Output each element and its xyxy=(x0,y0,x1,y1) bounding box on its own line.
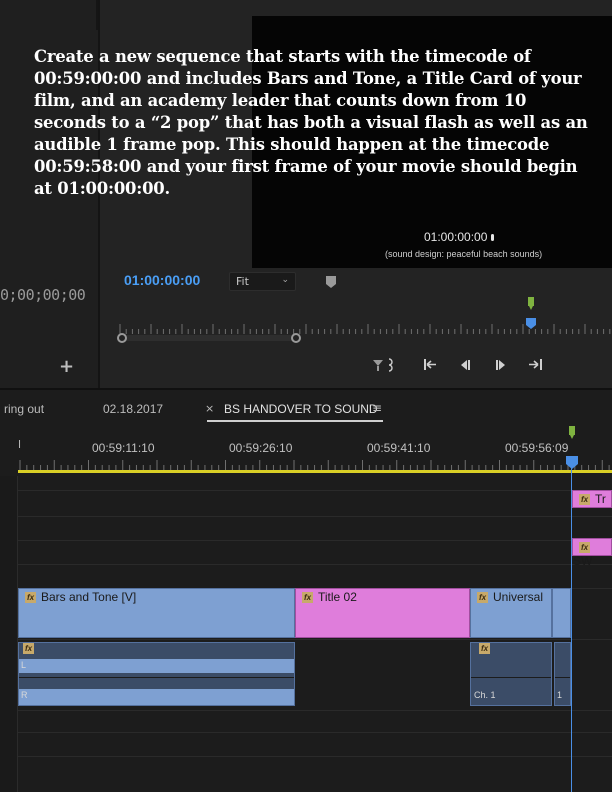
audio-separator xyxy=(471,677,551,678)
clip-label: SW xyxy=(573,554,593,568)
ruler-time-label: 00:59:11:10 xyxy=(92,441,155,455)
video-timecode-text: 01:00:00:00 xyxy=(424,230,488,244)
chevron-down-icon: ⌄ xyxy=(281,275,289,285)
clip-pop-audio[interactable]: 1 xyxy=(554,642,571,706)
cursor-icon xyxy=(491,234,495,242)
track-divider xyxy=(18,490,612,491)
ruler-time-label: 00:59:26:10 xyxy=(229,441,293,455)
track-divider xyxy=(18,564,612,565)
channel-left-label: L xyxy=(21,660,27,670)
source-timecode[interactable]: 0;00;00;00 xyxy=(0,286,86,304)
add-button[interactable]: + xyxy=(59,356,74,377)
track-divider xyxy=(18,516,612,517)
active-tab-indicator xyxy=(207,420,383,422)
add-marker-icon[interactable] xyxy=(325,275,337,289)
work-area-bar[interactable] xyxy=(18,470,612,473)
fx-icon: fx xyxy=(23,643,34,654)
fx-icon: fx xyxy=(25,592,36,603)
channel-right-label: R xyxy=(21,690,28,700)
program-ruler[interactable] xyxy=(118,320,612,334)
program-playhead-timecode[interactable]: 01:00:00:00 xyxy=(124,272,200,288)
tab-date[interactable]: 02.18.2017 xyxy=(103,402,163,416)
tab-bs-handover[interactable]: BS HANDOVER TO SOUND xyxy=(224,402,378,416)
clip-universal[interactable]: fx Universal xyxy=(470,588,552,638)
fx-icon: fx xyxy=(579,542,590,553)
menu-icon[interactable]: ≡ xyxy=(372,401,382,415)
assignment-instructions: Create a new sequence that starts with t… xyxy=(34,47,588,198)
clip-title-02[interactable]: fx Title 02 xyxy=(295,588,470,638)
video-caption: (sound design: peaceful beach sounds) xyxy=(385,249,543,259)
video-burnin-timecode: 01:00:00:00 xyxy=(424,230,495,244)
zoom-value: Fit xyxy=(236,275,249,288)
timeline-playhead-icon[interactable] xyxy=(566,426,578,470)
clip-tr[interactable]: fx Tr xyxy=(572,490,612,508)
track-divider xyxy=(18,540,612,541)
clip-label: Universal xyxy=(493,590,544,604)
audio-separator xyxy=(555,677,570,678)
fx-icon: fx xyxy=(579,494,590,505)
fx-icon: fx xyxy=(479,643,490,654)
timeline-playhead-line[interactable] xyxy=(571,456,572,792)
tab-ring-out[interactable]: ring out xyxy=(4,402,44,416)
channel-1-label: Ch. 1 xyxy=(474,690,496,700)
channel-number-label: 1 xyxy=(557,690,563,700)
step-forward-icon[interactable] xyxy=(493,357,509,373)
timeline-panel: ring out 02.18.2017 × BS HANDOVER TO SOU… xyxy=(0,388,612,792)
clip-bars-and-tone[interactable]: fx Bars and Tone [V] xyxy=(18,588,295,638)
clip-label: Title 02 xyxy=(318,590,357,604)
clip-universal-audio[interactable]: fx Ch. 1 xyxy=(470,642,552,706)
clip-label: Bars and Tone [V] xyxy=(41,590,137,604)
step-back-icon[interactable] xyxy=(457,357,473,373)
clip-label: Tr xyxy=(595,492,606,506)
audio-waveform-right xyxy=(19,689,294,705)
ruler-time-label: 00:59:56:09 xyxy=(505,441,569,455)
track-headers xyxy=(0,476,18,792)
track-divider xyxy=(18,710,612,711)
audio-separator xyxy=(19,677,294,678)
track-divider xyxy=(18,756,612,757)
scrollbar-handle-left[interactable] xyxy=(117,333,127,343)
timeline-ruler[interactable] xyxy=(18,456,612,470)
sequence-timecode[interactable]: l xyxy=(18,438,21,451)
ruler-time-label: 00:59:41:10 xyxy=(367,441,431,455)
track-divider xyxy=(18,639,612,640)
scrollbar-handle-right[interactable] xyxy=(291,333,301,343)
go-to-out-icon[interactable] xyxy=(527,357,545,373)
clip-bars-audio[interactable]: fx L R xyxy=(18,642,295,706)
track-divider xyxy=(18,732,612,733)
go-to-in-icon[interactable] xyxy=(422,357,438,373)
audio-waveform-left xyxy=(19,659,294,673)
clip-leader-end[interactable] xyxy=(552,588,571,638)
lift-extract-icon[interactable] xyxy=(372,357,400,373)
panel-divider xyxy=(96,0,98,30)
monitor-area: 0;00;00;00 + 01:00:00:00 (sound design: … xyxy=(0,0,612,388)
close-icon[interactable]: × xyxy=(205,402,214,415)
zoom-scrollbar[interactable] xyxy=(118,335,298,341)
program-playhead-icon[interactable] xyxy=(526,297,536,331)
zoom-select[interactable]: Fit ⌄ xyxy=(229,272,296,291)
clip-sw[interactable]: fxSW xyxy=(572,538,612,568)
fx-icon: fx xyxy=(302,592,313,603)
fx-icon: fx xyxy=(477,592,488,603)
